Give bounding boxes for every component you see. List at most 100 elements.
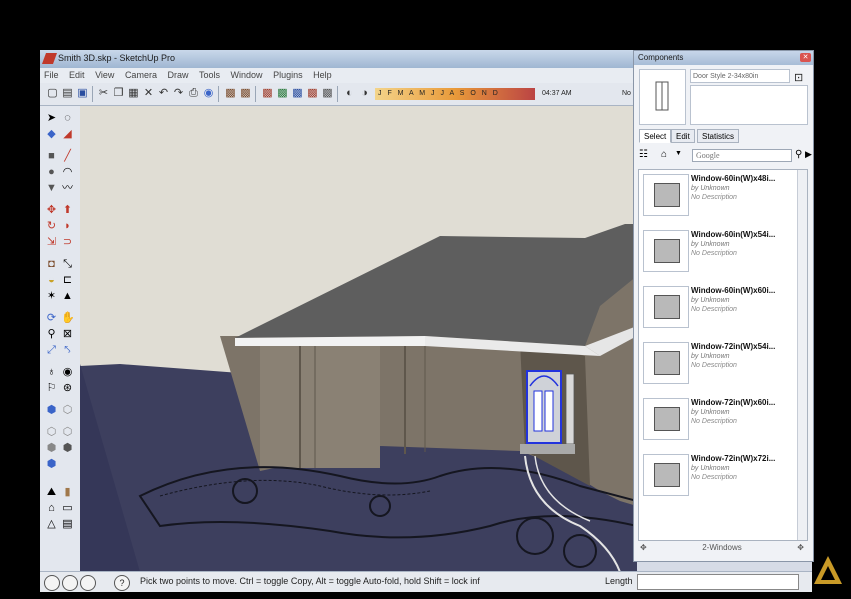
preview-google-earth-icon[interactable]: ▩	[321, 87, 334, 100]
line-icon[interactable]: ╱	[61, 150, 74, 163]
menu-view[interactable]: View	[91, 68, 118, 82]
scale-icon[interactable]: ⇲	[45, 236, 58, 249]
resize-handle-icon[interactable]: ✥	[797, 541, 804, 555]
zoom-window-icon[interactable]: ⊠	[61, 328, 74, 341]
text-icon[interactable]: ⊏	[61, 274, 74, 287]
list-item[interactable]: Window-60in(W)x54i... by Unknown No Desc…	[639, 226, 797, 282]
model-viewport[interactable]	[80, 106, 637, 572]
pan-icon[interactable]: ✋	[61, 312, 75, 325]
view-options-icon[interactable]: ☷	[639, 149, 648, 160]
position-camera-icon[interactable]: ♁	[45, 366, 58, 379]
zoom-icon[interactable]: ⚲	[45, 328, 58, 341]
left-view-icon[interactable]: ⬢	[61, 442, 74, 455]
house-icon[interactable]: ⌂	[45, 502, 58, 515]
list-item[interactable]: Window-60in(W)x60i... by Unknown No Desc…	[639, 282, 797, 338]
close-icon[interactable]: ✕	[800, 53, 811, 62]
walk-icon[interactable]: ⚐	[45, 382, 58, 395]
component-description-field[interactable]	[690, 85, 808, 125]
list-item[interactable]: Window-60in(W)x48i... by Unknown No Desc…	[639, 170, 797, 226]
redo-icon[interactable]: ↷	[172, 87, 185, 100]
tab-statistics[interactable]: Statistics	[697, 129, 740, 143]
tab-edit[interactable]: Edit	[671, 129, 695, 143]
menu-window[interactable]: Window	[227, 68, 267, 82]
copyright-icon[interactable]	[80, 575, 96, 591]
cut-icon[interactable]: ✂	[97, 87, 110, 100]
tape-measure-icon[interactable]: ◘	[45, 258, 58, 271]
offset-icon[interactable]: ⊃	[61, 236, 74, 249]
paint-bucket-icon[interactable]: ◆	[45, 128, 58, 141]
search-input[interactable]	[692, 149, 792, 162]
make-component-icon[interactable]: ◌	[61, 112, 74, 125]
open-folder-icon[interactable]: ▤	[61, 87, 74, 100]
list-scrollbar[interactable]	[797, 170, 807, 540]
rotate-icon[interactable]: ↻	[45, 220, 58, 233]
pin-icon[interactable]: ⊡	[794, 71, 803, 84]
circle-icon[interactable]: ●	[45, 166, 58, 179]
axes-icon[interactable]: ✶	[45, 290, 58, 303]
component-name-field[interactable]: Door Style 2-34x80in	[690, 69, 790, 83]
copy-icon[interactable]: ❐	[112, 87, 125, 100]
help-icon[interactable]: ?	[114, 575, 130, 591]
get-models-icon[interactable]: ▩	[261, 87, 274, 100]
list-item[interactable]: Window-72in(W)x72i... by Unknown No Desc…	[639, 450, 797, 506]
look-around-icon[interactable]: ◉	[61, 366, 74, 379]
polygon-icon[interactable]: ▼	[45, 182, 58, 195]
search-icon[interactable]: ⚲	[795, 149, 802, 160]
menu-plugins[interactable]: Plugins	[269, 68, 307, 82]
section-plane-icon[interactable]: ⊛	[61, 382, 74, 395]
3d-text-icon[interactable]: ▲	[61, 290, 74, 303]
sandbox-icon[interactable]: ⛰	[45, 486, 58, 499]
add-location-icon[interactable]: ▩	[276, 87, 289, 100]
print-icon[interactable]: ⎙	[187, 87, 200, 100]
measurements-box[interactable]	[637, 574, 799, 590]
smoove-icon[interactable]: ▮	[61, 486, 74, 499]
undo-icon[interactable]: ↶	[157, 87, 170, 100]
select-arrow-icon[interactable]: ➤	[45, 112, 58, 125]
home-icon[interactable]: ⌂	[661, 149, 667, 160]
previous-view-icon[interactable]: ⤣	[61, 344, 74, 357]
front-view-icon[interactable]: ⬡	[45, 426, 58, 439]
menu-tools[interactable]: Tools	[195, 68, 224, 82]
menu-edit[interactable]: Edit	[65, 68, 89, 82]
back-view-icon[interactable]: ⬢	[45, 442, 58, 455]
save-icon[interactable]: ▣	[76, 87, 89, 100]
move-icon[interactable]: ✥	[45, 204, 58, 217]
paste-icon[interactable]: ▦	[127, 87, 140, 100]
arc-icon[interactable]: ◠	[61, 166, 74, 179]
protractor-icon[interactable]: ◒	[45, 274, 58, 287]
tab-select[interactable]: Select	[639, 129, 672, 143]
orbit-icon[interactable]: ⟳	[45, 312, 58, 325]
xray-icon[interactable]: ⬢	[45, 458, 58, 471]
geo-location-icon[interactable]	[44, 575, 60, 591]
move-handle-icon[interactable]: ✥	[640, 541, 647, 555]
follow-me-icon[interactable]: ◗	[61, 220, 74, 233]
stamp-icon[interactable]: △	[45, 518, 58, 531]
menu-draw[interactable]: Draw	[163, 68, 192, 82]
zoom-extents-icon[interactable]: ⤢	[45, 344, 58, 357]
right-view-icon[interactable]: ⬡	[61, 426, 74, 439]
list-item[interactable]: Window-72in(W)x60i... by Unknown No Desc…	[639, 394, 797, 450]
share-model-icon[interactable]: ▩	[239, 87, 252, 100]
warehouse-icon[interactable]: ▩	[224, 87, 237, 100]
credits-icon[interactable]	[62, 575, 78, 591]
freehand-icon[interactable]: 〰	[61, 182, 74, 195]
list-item[interactable]: Window-72in(W)x54i... by Unknown No Desc…	[639, 338, 797, 394]
flip-edge-icon[interactable]: ▤	[61, 518, 74, 531]
top-view-icon[interactable]: ⬡	[61, 404, 74, 417]
rectangle-icon[interactable]: ■	[45, 150, 58, 163]
chevron-down-icon[interactable]: ▼	[675, 150, 682, 157]
menu-help[interactable]: Help	[309, 68, 336, 82]
menu-camera[interactable]: Camera	[121, 68, 161, 82]
details-arrow-icon[interactable]: ▶	[805, 149, 812, 160]
shadows-icon[interactable]: ◐	[343, 87, 356, 100]
erase-icon[interactable]: ✕	[142, 87, 155, 100]
new-file-icon[interactable]: ▢	[46, 87, 59, 100]
menu-file[interactable]: File	[40, 68, 63, 82]
model-info-icon[interactable]: ◉	[202, 87, 215, 100]
toggle-terrain-icon[interactable]: ▩	[291, 87, 304, 100]
iso-view-icon[interactable]: ⬢	[45, 404, 58, 417]
push-pull-icon[interactable]: ⬆	[61, 204, 74, 217]
shadow-settings-icon[interactable]: ◑	[358, 87, 371, 100]
eraser-icon[interactable]: ◢	[61, 128, 74, 141]
dimension-icon[interactable]: ⤡	[61, 258, 74, 271]
